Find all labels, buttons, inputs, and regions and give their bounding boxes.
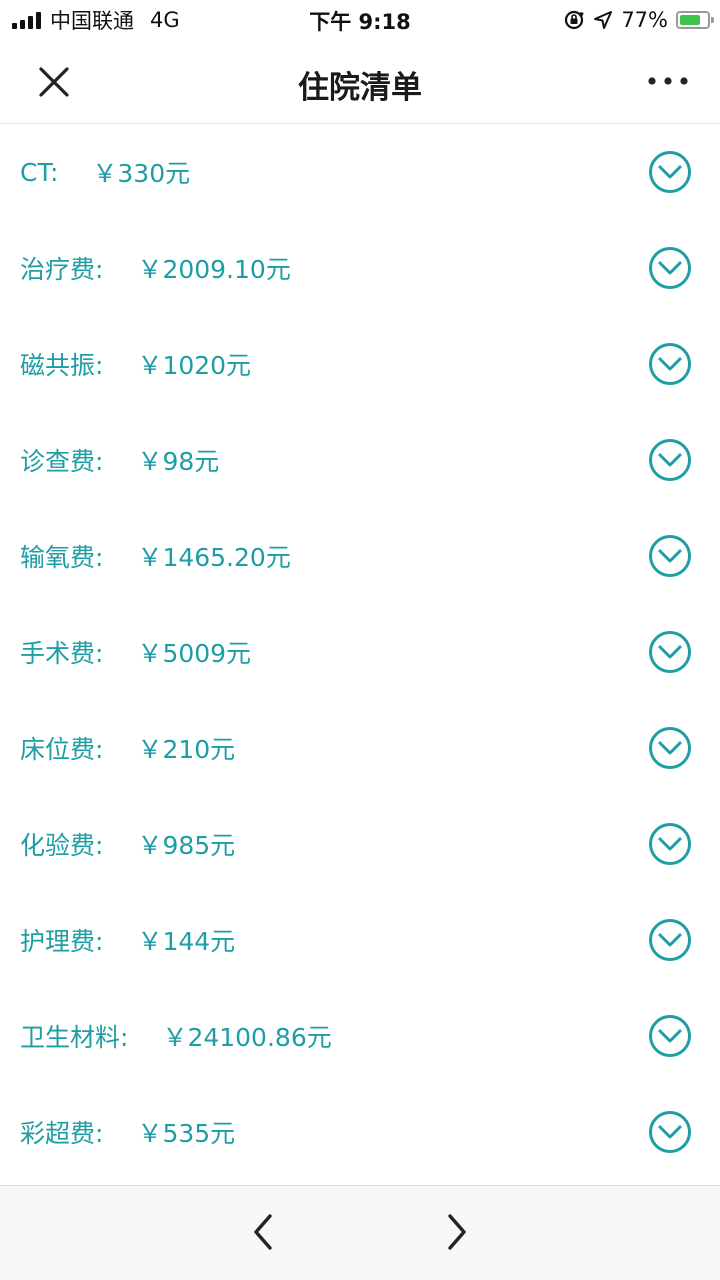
list-item[interactable]: 床位费: ￥210元	[0, 700, 720, 796]
status-right: 77%	[563, 6, 714, 34]
chevron-down-icon[interactable]	[648, 1014, 692, 1058]
item-name: 手术费:	[20, 639, 104, 668]
chevron-down-icon[interactable]	[648, 150, 692, 194]
list-item[interactable]: CT: ￥330元	[0, 124, 720, 220]
chevron-down-icon[interactable]	[648, 1110, 692, 1154]
list-item[interactable]: 输氧费: ￥1465.20元	[0, 508, 720, 604]
chevron-down-icon[interactable]	[648, 246, 692, 290]
item-name: 诊查费:	[20, 447, 104, 476]
more-icon[interactable]	[646, 66, 690, 96]
battery-charging-icon	[676, 11, 714, 29]
chevron-down-icon[interactable]	[648, 822, 692, 866]
chevron-down-icon[interactable]	[648, 438, 692, 482]
orientation-lock-icon	[565, 10, 585, 30]
status-bar: 中国联通 4G 下午 9:18 77%	[0, 0, 720, 40]
charge-list: CT: ￥330元治疗费: ￥2009.10元磁共振: ￥1020元诊查费: ￥98元输…	[0, 124, 720, 1185]
chevron-down-icon[interactable]	[648, 534, 692, 578]
item-name: 床位费:	[20, 735, 104, 764]
list-item[interactable]: 诊查费: ￥98元	[0, 412, 720, 508]
battery-percent: 77%	[621, 8, 668, 32]
item-name: 磁共振:	[20, 351, 104, 380]
list-item[interactable]: 化验费: ￥985元	[0, 796, 720, 892]
chevron-down-icon[interactable]	[648, 918, 692, 962]
item-name: 输氧费:	[20, 543, 104, 572]
item-name: 治疗费:	[20, 255, 104, 284]
chevron-right-icon[interactable]	[440, 1212, 474, 1252]
item-name: 护理费:	[20, 927, 104, 956]
item-amount: ￥1465.20元	[137, 543, 291, 572]
chevron-down-icon[interactable]	[648, 342, 692, 386]
item-amount: ￥24100.86元	[162, 1023, 332, 1052]
location-arrow-icon	[594, 11, 613, 29]
item-amount: ￥5009元	[137, 639, 252, 668]
item-amount: ￥98元	[137, 447, 220, 476]
list-item[interactable]: 磁共振: ￥1020元	[0, 316, 720, 412]
item-amount: ￥535元	[137, 1119, 236, 1148]
item-amount: ￥985元	[137, 831, 236, 860]
item-name: 化验费:	[20, 831, 104, 860]
item-amount: ￥2009.10元	[137, 255, 291, 284]
bottom-toolbar	[0, 1185, 720, 1280]
item-name: 彩超费:	[20, 1119, 104, 1148]
chevron-left-icon[interactable]	[246, 1212, 280, 1252]
item-name: CT:	[20, 157, 59, 187]
battery-fill	[680, 15, 701, 25]
item-amount: ￥144元	[137, 927, 236, 956]
item-name: 卫生材料:	[20, 1023, 129, 1052]
chevron-down-icon[interactable]	[648, 630, 692, 674]
list-item[interactable]: 护理费: ￥144元	[0, 892, 720, 988]
item-amount: ￥330元	[92, 159, 191, 188]
list-item[interactable]: 治疗费: ￥2009.10元	[0, 220, 720, 316]
page-title: 住院清单	[298, 70, 422, 106]
list-item[interactable]: 彩超费: ￥535元	[0, 1084, 720, 1180]
list-item[interactable]: 手术费: ￥5009元	[0, 604, 720, 700]
item-amount: ￥210元	[137, 735, 236, 764]
chevron-down-icon[interactable]	[648, 726, 692, 770]
list-item[interactable]: 卫生材料: ￥24100.86元	[0, 988, 720, 1084]
nav-bar: 住院清单	[0, 40, 720, 124]
item-amount: ￥1020元	[137, 351, 252, 380]
